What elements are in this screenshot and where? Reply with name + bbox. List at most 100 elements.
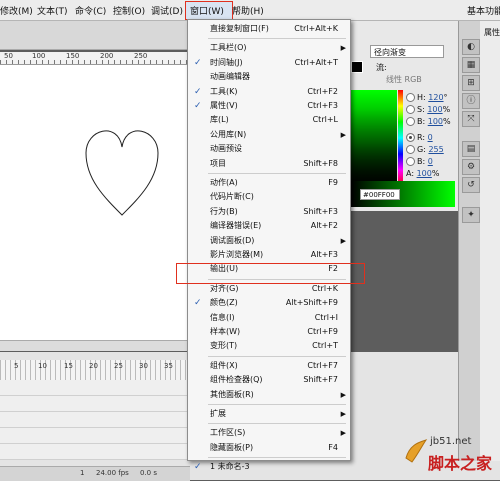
color-spectrum[interactable] [351, 90, 397, 186]
menu-separator [208, 404, 346, 405]
menu-item-label: 隐藏面板(P) [210, 442, 254, 452]
properties-panel-title[interactable]: 属性 [484, 27, 500, 38]
brightness-field[interactable]: B: 100% [406, 117, 451, 126]
menu-item-label: 工具栏(O) [210, 43, 247, 53]
window-menu-item[interactable]: 动画编辑器 [188, 70, 350, 84]
red-radio[interactable] [406, 133, 415, 142]
window-menu-item[interactable]: 其他面板(R) ▶ [188, 388, 350, 402]
panel-dock: ◐ ▦ ⊞ ⓘ ⤧ ▤ ⚙ ↺ ✦ [458, 21, 481, 461]
window-menu-item[interactable]: 隐藏面板(P) F4 [188, 441, 350, 455]
red-field[interactable]: R: 0 [406, 133, 433, 142]
swatches-icon[interactable]: ▦ [462, 57, 480, 73]
workspace-switcher[interactable]: 基本功能 [467, 4, 500, 17]
saturation-field[interactable]: S: 100% [406, 105, 450, 114]
window-menu-item[interactable]: 行为(B) Shift+F3 [188, 205, 350, 219]
green-field[interactable]: G: 255 [406, 145, 444, 154]
timeline-status-bar: 1 24.00 fps 0.0 s [0, 466, 190, 481]
menu-separator [208, 38, 346, 40]
color-item-highlight [176, 263, 365, 284]
align-icon[interactable]: ⊞ [462, 75, 480, 91]
window-menu-item[interactable]: 组件检查器(Q) Shift+F7 [188, 373, 350, 387]
components-icon[interactable]: ⚙ [462, 159, 480, 175]
window-menu-item[interactable]: 工具栏(O) ▶ [188, 41, 350, 55]
heart-shape[interactable] [0, 65, 190, 340]
frame-number: 30 [139, 362, 148, 370]
window-menu-item[interactable]: 影片浏览器(M) Alt+F3 [188, 248, 350, 262]
green-radio[interactable] [406, 145, 415, 154]
menu-item-shortcut: Alt+F2 [310, 221, 338, 231]
window-menu-item[interactable]: 组件(X) Ctrl+F7 [188, 359, 350, 373]
window-menu-item[interactable]: 动画预设 [188, 142, 350, 156]
window-menu-item[interactable]: 调试面板(D) ▶ [188, 234, 350, 248]
menu-item-label: 组件检查器(Q) [210, 375, 263, 385]
window-menu-item[interactable]: ✓ 属性(V) Ctrl+F3 [188, 99, 350, 113]
window-menu-item[interactable]: 信息(I) Ctrl+I [188, 311, 350, 325]
alpha-field[interactable]: A: 100% [406, 169, 439, 178]
ruler-tick: 50 [4, 52, 13, 60]
blue-field[interactable]: B: 0 [406, 157, 433, 166]
hue-radio[interactable] [406, 93, 415, 102]
window-menu-item[interactable]: ✓ 时间轴(J) Ctrl+Alt+T [188, 56, 350, 70]
menu-separator [208, 355, 346, 357]
frame-number: 15 [64, 362, 73, 370]
menu-modify[interactable]: 修改(M) [0, 4, 33, 17]
frame-number: 10 [38, 362, 47, 370]
menu-item-shortcut: F9 [328, 178, 338, 187]
menu-item-shortcut: Alt+Shift+F9 [285, 298, 338, 308]
ruler-tick: 100 [32, 52, 46, 60]
menu-control[interactable]: 控制(O) [113, 4, 145, 17]
menu-help[interactable]: 帮助(H) [232, 4, 264, 17]
menu-commands[interactable]: 命令(C) [75, 4, 106, 17]
submenu-arrow-icon: ▶ [340, 410, 346, 418]
window-menu-item[interactable]: 直接复制窗口(F) Ctrl+Alt+K [188, 22, 350, 36]
stage-scrollbar[interactable] [0, 340, 190, 351]
frame-rate[interactable]: 24.00 fps [96, 469, 129, 477]
window-menu-item[interactable]: 编译器错误(E) Alt+F2 [188, 219, 350, 233]
fill-type-select[interactable]: 径向渐变 [370, 45, 444, 58]
window-menu-item[interactable]: 项目 Shift+F8 [188, 157, 350, 171]
menu-window[interactable]: 窗口(W) [190, 4, 224, 17]
watermark: jb51.net 脚本之家 [400, 430, 500, 480]
hue-field[interactable]: H: 120° [406, 93, 448, 102]
saturation-radio[interactable] [406, 105, 415, 114]
brightness-radio[interactable] [406, 117, 415, 126]
frame-number: 35 [164, 362, 173, 370]
menu-item-label: 影片浏览器(M) [210, 250, 264, 259]
menu-debug[interactable]: 调试(D) [151, 4, 183, 17]
menu-item-shortcut: Ctrl+T [312, 341, 338, 351]
window-menu-item[interactable]: 公用库(N) ▶ [188, 128, 350, 142]
window-menu-item[interactable]: 工作区(S) ▶ [188, 426, 350, 440]
history-icon[interactable]: ↺ [462, 177, 480, 193]
stage-canvas[interactable] [0, 65, 190, 340]
checkmark-icon: ✓ [194, 298, 202, 309]
current-frame: 1 [80, 469, 85, 477]
blue-radio[interactable] [406, 157, 415, 166]
menu-separator [208, 173, 346, 174]
info-icon[interactable]: ⓘ [462, 93, 480, 109]
timeline-layers[interactable] [0, 380, 190, 460]
transform-icon[interactable]: ⤧ [462, 111, 480, 127]
color-panel-icon[interactable]: ◐ [462, 39, 480, 55]
menu-item-shortcut: Ctrl+F7 [307, 360, 338, 370]
elapsed-time: 0.0 s [140, 469, 158, 477]
linear-rgb-checkbox[interactable]: 线性 RGB [386, 74, 422, 85]
window-menu-item[interactable]: 库(L) Ctrl+L [188, 113, 350, 127]
hue-slider[interactable] [398, 90, 403, 186]
menu-item-shortcut: F4 [328, 442, 338, 452]
window-menu-item[interactable]: 变形(T) Ctrl+T [188, 339, 350, 353]
window-menu-item[interactable]: ✓ 工具(K) Ctrl+F2 [188, 85, 350, 99]
hex-color-input[interactable]: #00FF00 [360, 189, 400, 200]
menu-item-shortcut: Ctrl+I [314, 312, 338, 322]
window-menu-item[interactable]: 动作(A) F9 [188, 176, 350, 190]
window-menu-item[interactable]: 样本(W) Ctrl+F9 [188, 325, 350, 339]
menu-text[interactable]: 文本(T) [37, 4, 68, 17]
window-menu-item[interactable]: 扩展 ▶ [188, 407, 350, 421]
window-menu-item[interactable]: ✓ 颜色(Z) Alt+Shift+F9 [188, 296, 350, 310]
library-icon[interactable]: ▤ [462, 141, 480, 157]
motion-presets-icon[interactable]: ✦ [462, 207, 480, 223]
window-menu-item[interactable]: ✓ 1 未命名-3 [188, 460, 350, 474]
stroke-color-swatch[interactable] [351, 61, 363, 73]
menu-item-shortcut: Ctrl+Alt+T [294, 57, 338, 67]
window-menu-item[interactable]: 代码片断(C) [188, 190, 350, 204]
menu-item-shortcut: Ctrl+F9 [307, 327, 338, 336]
